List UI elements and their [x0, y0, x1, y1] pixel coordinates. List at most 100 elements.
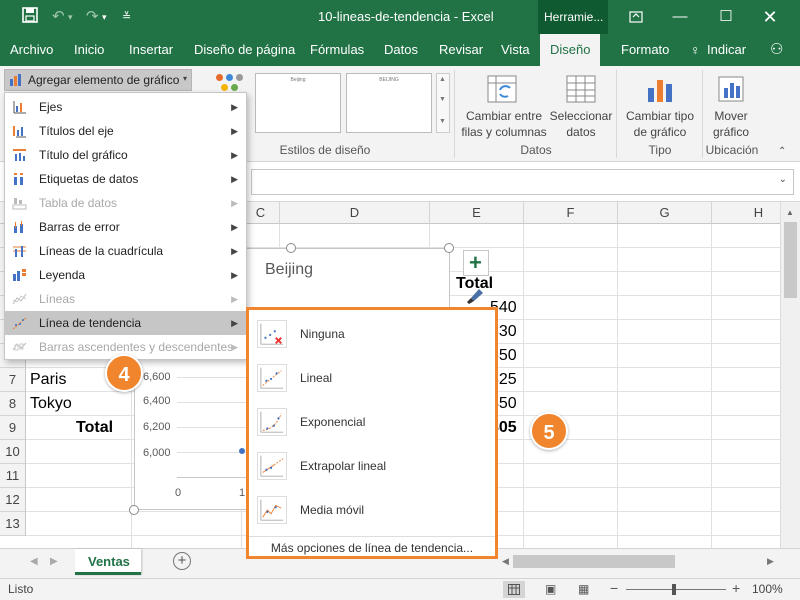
chart-resize-handle[interactable]: [286, 243, 296, 253]
submenu-item-label: Extrapolar lineal: [300, 459, 387, 473]
zoom-slider[interactable]: [626, 589, 726, 590]
tell-me-search[interactable]: Indicar: [707, 34, 746, 66]
hscroll-right-icon[interactable]: ▶: [767, 556, 774, 567]
normal-view-icon[interactable]: [503, 581, 525, 598]
sheet-tab-ventas[interactable]: Ventas: [75, 549, 141, 575]
axes-icon: [13, 101, 26, 114]
page-break-view-icon[interactable]: ▦: [578, 582, 589, 596]
add-chart-element-button[interactable]: Agregar elemento de gráfico ▾: [4, 69, 192, 91]
sheet-prev-icon[interactable]: ◀: [30, 556, 38, 567]
column-header-g[interactable]: G: [618, 202, 712, 224]
tab-diseno[interactable]: Diseño: [540, 34, 601, 66]
hscroll-left-icon[interactable]: ◀: [502, 556, 509, 567]
menu-item-titulos-eje[interactable]: Títulos del eje ▶: [5, 119, 246, 143]
row-header-13[interactable]: 13: [0, 512, 26, 536]
zoom-level[interactable]: 100%: [752, 582, 783, 596]
menu-item-leyenda[interactable]: Leyenda ▶: [5, 263, 246, 287]
row-header-7[interactable]: 7: [0, 368, 26, 392]
vertical-scrollbar[interactable]: ▲: [780, 202, 800, 548]
column-header-h[interactable]: H: [712, 202, 780, 224]
switch-row-column-button[interactable]: Cambiar entre filas y columnas: [458, 72, 550, 139]
more-trendline-options[interactable]: Más opciones de línea de tendencia...: [249, 536, 495, 558]
chevron-down-icon[interactable]: ▾: [68, 7, 73, 27]
chart-title[interactable]: Beijing: [265, 261, 313, 279]
undo-icon[interactable]: ↶: [52, 7, 65, 27]
minimize-icon[interactable]: —: [666, 3, 694, 31]
select-data-button[interactable]: Seleccionar datos: [548, 72, 614, 139]
axis-titles-icon: [13, 126, 26, 138]
chart-style-1[interactable]: Beijing: [255, 73, 341, 133]
row-header-8[interactable]: 8: [0, 392, 26, 416]
share-user-icon[interactable]: ⚇: [770, 34, 783, 66]
menu-item-linea-tendencia[interactable]: Línea de tendencia ▶: [5, 311, 246, 335]
chart-style-2[interactable]: BEIJING: [346, 73, 432, 133]
add-sheet-icon[interactable]: +: [173, 552, 191, 570]
menu-item-etiquetas-datos[interactable]: Etiquetas de datos ▶: [5, 167, 246, 191]
zoom-slider-thumb[interactable]: [672, 584, 676, 595]
submenu-item-exponencial[interactable]: Exponencial: [249, 400, 495, 444]
tab-insertar[interactable]: Insertar: [129, 34, 173, 66]
column-header-e[interactable]: E: [430, 202, 524, 224]
tab-diseno-pagina[interactable]: Diseño de página: [194, 34, 295, 66]
tab-archivo[interactable]: Archivo: [10, 34, 53, 66]
cell-a7[interactable]: Paris: [30, 368, 66, 392]
page-layout-view-icon[interactable]: ▣: [545, 582, 556, 596]
chevron-down-icon[interactable]: ▾: [102, 7, 107, 27]
close-icon[interactable]: ✕: [756, 3, 784, 31]
tab-formulas[interactable]: Fórmulas: [310, 34, 364, 66]
tab-formato[interactable]: Formato: [621, 34, 669, 66]
submenu-item-lineal[interactable]: Lineal: [249, 356, 495, 400]
menu-item-barras-error[interactable]: Barras de error ▶: [5, 215, 246, 239]
move-chart-label-2: gráfico: [712, 125, 750, 139]
submenu-arrow-icon: ▶: [231, 246, 238, 256]
select-data-label-1: Seleccionar: [549, 109, 613, 123]
column-header-f[interactable]: F: [524, 202, 618, 224]
menu-item-titulo-grafico[interactable]: Título del gráfico ▶: [5, 143, 246, 167]
tab-vista[interactable]: Vista: [501, 34, 530, 66]
chart-y-tick: 6,000: [143, 447, 171, 459]
tab-datos[interactable]: Datos: [384, 34, 418, 66]
chart-resize-handle[interactable]: [129, 505, 139, 515]
chart-elements-button[interactable]: +: [463, 250, 489, 276]
menu-item-label: Etiquetas de datos: [39, 172, 139, 186]
menu-item-ejes[interactable]: Ejes ▶: [5, 95, 246, 119]
maximize-icon[interactable]: ☐: [712, 3, 740, 31]
qat-customize-icon[interactable]: ≚: [122, 7, 131, 27]
formula-input[interactable]: ⌄: [251, 169, 794, 195]
submenu-item-ninguna[interactable]: Ninguna: [249, 312, 495, 356]
scroll-thumb[interactable]: [784, 222, 797, 298]
column-header-c[interactable]: C: [242, 202, 280, 224]
change-type-label-1: Cambiar tipo: [625, 109, 695, 123]
sheet-next-icon[interactable]: ▶: [50, 556, 58, 567]
styles-group-label: Estilos de diseño: [279, 143, 371, 157]
menu-item-lineas-cuadricula[interactable]: Líneas de la cuadrícula ▶: [5, 239, 246, 263]
ribbon-display-icon[interactable]: [622, 3, 650, 31]
chart-y-tick: 6,200: [143, 421, 171, 433]
tab-inicio[interactable]: Inicio: [74, 34, 104, 66]
scroll-up-icon[interactable]: ▲: [786, 208, 794, 217]
hscroll-thumb[interactable]: [513, 555, 675, 568]
column-header-d[interactable]: D: [280, 202, 430, 224]
styles-scroll[interactable]: ▲ ▼ ▼: [436, 73, 450, 133]
submenu-item-media-movil[interactable]: Media móvil: [249, 488, 495, 532]
change-chart-type-button[interactable]: Cambiar tipo de gráfico: [620, 72, 700, 139]
zoom-out-icon[interactable]: −: [610, 580, 618, 596]
collapse-ribbon-icon[interactable]: ⌃: [778, 146, 786, 157]
row-header-12[interactable]: 12: [0, 488, 26, 512]
tab-revisar[interactable]: Revisar: [439, 34, 483, 66]
redo-icon[interactable]: ↷: [86, 7, 99, 27]
row-header-11[interactable]: 11: [0, 464, 26, 488]
save-icon[interactable]: [22, 7, 38, 29]
row-header-10[interactable]: 10: [0, 440, 26, 464]
chart-styles-brush-icon[interactable]: [463, 286, 489, 308]
row-header-9[interactable]: 9: [0, 416, 26, 440]
submenu-item-extrapolar-lineal[interactable]: Extrapolar lineal: [249, 444, 495, 488]
chart-resize-handle[interactable]: [444, 243, 454, 253]
cell-a8[interactable]: Tokyo: [30, 392, 72, 416]
submenu-arrow-icon: ▶: [231, 222, 238, 232]
chevron-down-icon[interactable]: ⌄: [779, 174, 787, 185]
move-chart-button[interactable]: Mover gráfico: [704, 72, 758, 139]
cell-a9[interactable]: Total: [76, 416, 113, 440]
forecast-trendline-icon: [257, 452, 287, 480]
zoom-in-icon[interactable]: +: [732, 580, 740, 596]
